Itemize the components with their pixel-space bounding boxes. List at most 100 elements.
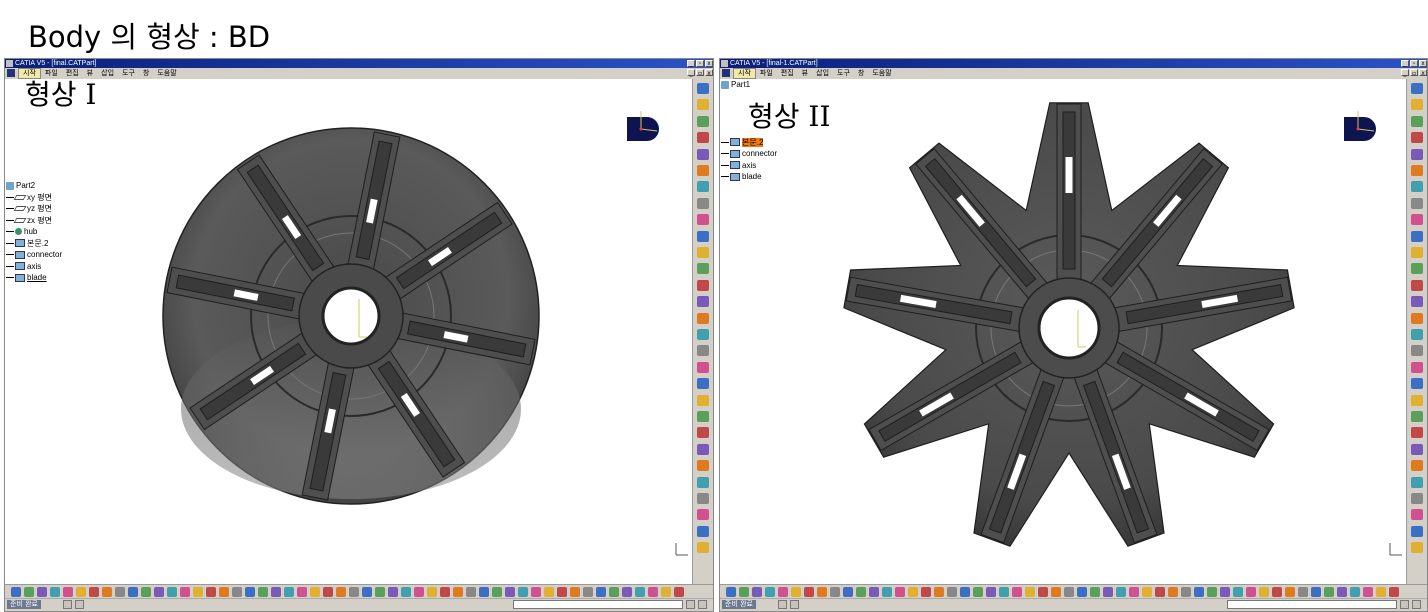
status-close-button[interactable] — [790, 600, 799, 609]
tree-item-connector[interactable]: connector — [6, 249, 62, 261]
toolbar-button[interactable] — [167, 587, 177, 597]
toolbar-button[interactable] — [697, 443, 709, 455]
toolbar-button[interactable] — [697, 329, 709, 340]
toolbar-button[interactable] — [1411, 509, 1423, 521]
toolbar-button[interactable] — [1411, 148, 1423, 160]
toolbar-button[interactable] — [1090, 587, 1100, 597]
toolbar-button[interactable] — [1220, 587, 1230, 597]
toolbar-button[interactable] — [1025, 587, 1035, 597]
menu-tools[interactable]: 도구 — [833, 68, 854, 79]
tree-item-blade[interactable]: blade — [6, 272, 62, 284]
toolbar-button[interactable] — [697, 148, 709, 160]
toolbar-button[interactable] — [1116, 587, 1126, 597]
command-button-2[interactable] — [698, 600, 707, 609]
toolbar-button[interactable] — [697, 394, 709, 406]
toolbar-button[interactable] — [323, 587, 333, 597]
toolbar-button[interactable] — [1411, 165, 1423, 176]
toolbar-button[interactable] — [219, 587, 229, 597]
toolbar-button[interactable] — [1411, 427, 1423, 439]
toolbar-button[interactable] — [1272, 587, 1282, 597]
toolbar-button[interactable] — [697, 509, 709, 521]
doc-maximize-icon[interactable]: ▫ — [1410, 69, 1418, 77]
tree-item-zx[interactable]: zx 평면 — [6, 215, 62, 227]
menu-window[interactable]: 창 — [139, 68, 153, 79]
toolbar-button[interactable] — [414, 587, 424, 597]
toolbar-button[interactable] — [697, 230, 709, 242]
toolbar-button[interactable] — [697, 99, 709, 111]
toolbar-button[interactable] — [1064, 587, 1074, 597]
toolbar-button[interactable] — [1411, 197, 1423, 209]
toolbar-button[interactable] — [466, 587, 476, 597]
tree-item-connector[interactable]: connector — [721, 148, 777, 160]
status-close-button[interactable] — [75, 600, 84, 609]
window-minimize-icon[interactable]: _ — [687, 60, 695, 67]
toolbar-button[interactable] — [63, 587, 73, 597]
toolbar-button[interactable] — [440, 587, 450, 597]
toolbar-button[interactable] — [401, 587, 411, 597]
toolbar-button[interactable] — [544, 587, 554, 597]
toolbar-button[interactable] — [1411, 83, 1423, 94]
toolbar-button[interactable] — [697, 263, 709, 275]
toolbar-button[interactable] — [609, 587, 619, 597]
doc-minimize-icon[interactable]: _ — [1401, 69, 1409, 77]
toolbar-button[interactable] — [622, 587, 632, 597]
toolbar-button[interactable] — [349, 587, 359, 597]
toolbar-button[interactable] — [1411, 312, 1423, 324]
toolbar-button[interactable] — [245, 587, 255, 597]
toolbar-button[interactable] — [492, 587, 502, 597]
toolbar-button[interactable] — [115, 587, 125, 597]
toolbar-button[interactable] — [375, 587, 385, 597]
toolbar-button[interactable] — [24, 587, 34, 597]
toolbar-button[interactable] — [50, 587, 60, 597]
toolbar-button[interactable] — [1411, 378, 1423, 390]
tree-root[interactable]: Part1 — [721, 79, 777, 91]
toolbar-button[interactable] — [697, 361, 709, 373]
toolbar-button[interactable] — [76, 587, 86, 597]
toolbar-button[interactable] — [453, 587, 463, 597]
toolbar-button[interactable] — [697, 83, 709, 94]
toolbar-button[interactable] — [986, 587, 996, 597]
toolbar-button[interactable] — [141, 587, 151, 597]
toolbar-button[interactable] — [1363, 587, 1373, 597]
toolbar-button[interactable] — [765, 587, 775, 597]
toolbar-button[interactable] — [37, 587, 47, 597]
toolbar-button[interactable] — [697, 312, 709, 324]
toolbar-button[interactable] — [697, 296, 709, 308]
window-minimize-icon[interactable]: _ — [1401, 60, 1409, 67]
toolbar-button[interactable] — [697, 115, 709, 127]
toolbar-button[interactable] — [947, 587, 957, 597]
toolbar-button[interactable] — [697, 542, 709, 554]
doc-maximize-icon[interactable]: ▫ — [696, 69, 704, 77]
toolbar-button[interactable] — [697, 427, 709, 439]
toolbar-button[interactable] — [427, 587, 437, 597]
toolbar-button[interactable] — [661, 587, 671, 597]
toolbar-button[interactable] — [505, 587, 515, 597]
toolbar-button[interactable] — [1411, 230, 1423, 242]
toolbar-button[interactable] — [1411, 460, 1423, 472]
toolbar-button[interactable] — [518, 587, 528, 597]
toolbar-button[interactable] — [697, 476, 709, 488]
toolbar-button[interactable] — [1142, 587, 1152, 597]
toolbar-button[interactable] — [258, 587, 268, 597]
toolbar-button[interactable] — [583, 587, 593, 597]
tree-item-hub[interactable]: hub — [6, 226, 62, 238]
toolbar-button[interactable] — [697, 247, 709, 258]
menu-tools[interactable]: 도구 — [118, 68, 139, 79]
toolbar-button[interactable] — [1411, 411, 1423, 422]
toolbar-button[interactable] — [206, 587, 216, 597]
toolbar-button[interactable] — [908, 587, 918, 597]
3d-viewport[interactable]: 형상 II Part1 본문.2 connector axis blade — [720, 79, 1407, 585]
toolbar-button[interactable] — [1411, 525, 1423, 537]
toolbar-button[interactable] — [128, 587, 138, 597]
toolbar-button[interactable] — [1168, 587, 1178, 597]
toolbar-button[interactable] — [1411, 99, 1423, 111]
toolbar-button[interactable] — [1181, 587, 1191, 597]
toolbar-button[interactable] — [674, 587, 684, 597]
toolbar-button[interactable] — [697, 378, 709, 390]
toolbar-button[interactable] — [921, 587, 931, 597]
toolbar-button[interactable] — [1311, 587, 1321, 597]
toolbar-button[interactable] — [856, 587, 866, 597]
toolbar-button[interactable] — [1411, 476, 1423, 488]
toolbar-button[interactable] — [1285, 587, 1295, 597]
toolbar-button[interactable] — [791, 587, 801, 597]
